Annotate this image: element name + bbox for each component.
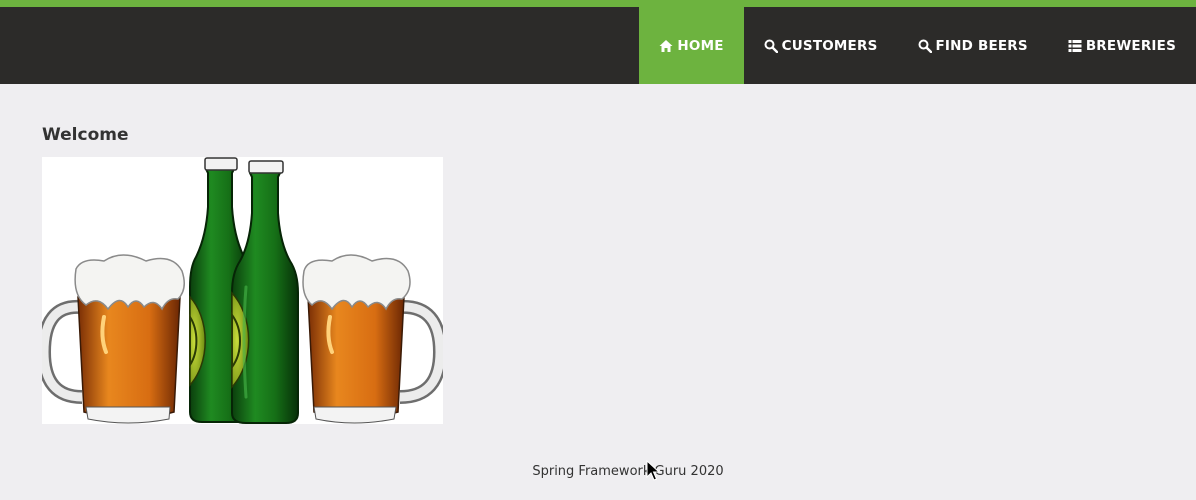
nav-item-label: CUSTOMERS — [781, 37, 878, 54]
top-navbar: HOME CUSTOMERS FIND BEERS BREWERIES — [0, 0, 1196, 84]
footer-text: Spring Framework Guru 2020 — [532, 464, 724, 479]
right-beer-mug — [302, 254, 443, 424]
beer-illustration — [42, 157, 443, 424]
nav-item-home[interactable]: HOME — [639, 7, 744, 84]
front-beer-bottle — [231, 160, 299, 424]
nav-item-label: FIND BEERS — [935, 37, 1028, 54]
nav-menu: HOME CUSTOMERS FIND BEERS BREWERIES — [639, 7, 1196, 84]
search-icon — [918, 39, 932, 53]
home-icon — [659, 39, 673, 53]
list-icon — [1068, 39, 1082, 53]
search-icon — [764, 39, 778, 53]
nav-item-label: BREWERIES — [1085, 37, 1176, 54]
nav-item-label: HOME — [677, 37, 724, 54]
nav-item-find-beers[interactable]: FIND BEERS — [898, 7, 1048, 84]
page-title: Welcome — [42, 125, 129, 145]
nav-item-breweries[interactable]: BREWERIES — [1048, 7, 1196, 84]
nav-item-customers[interactable]: CUSTOMERS — [744, 7, 898, 84]
mouse-cursor-icon — [646, 460, 660, 481]
left-beer-mug — [42, 254, 185, 424]
